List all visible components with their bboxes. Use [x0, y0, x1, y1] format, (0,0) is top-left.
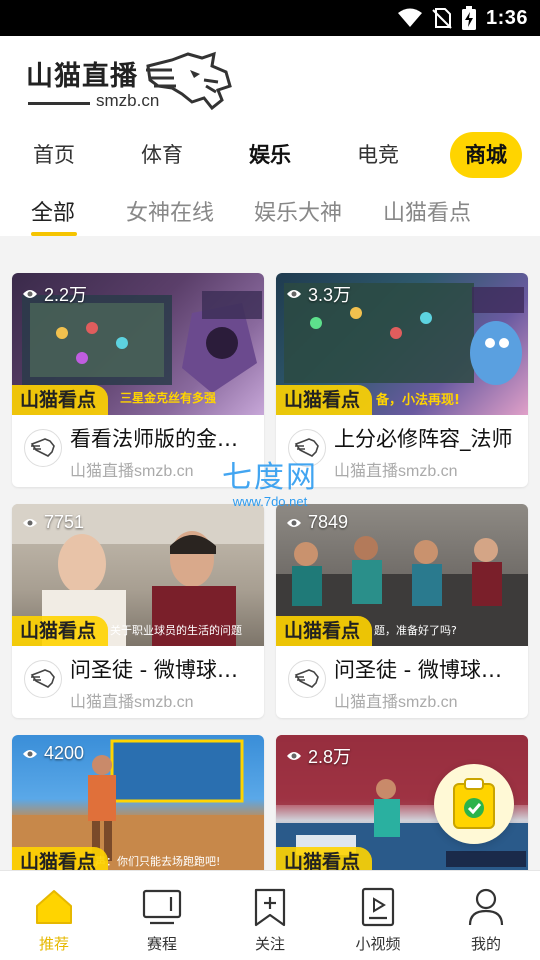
tab-entertainment[interactable]: 娱乐	[238, 132, 302, 178]
eye-icon	[23, 290, 37, 298]
eye-icon	[23, 518, 37, 527]
tab-home[interactable]: 首页	[22, 132, 86, 178]
eye-icon	[23, 749, 37, 758]
bottom-nav: 推荐 赛程 关注 小视频 我的	[0, 870, 540, 960]
thumbnail-caption: 三星金克丝有多强	[120, 391, 217, 405]
thumbnail-caption: 备，小法再现!	[376, 393, 460, 408]
video-source: 山猫直播smzb.cn	[70, 694, 194, 711]
avatar[interactable]	[24, 660, 62, 698]
view-count-text: 3.3万	[308, 285, 352, 305]
sub-tab-all[interactable]: 全部	[31, 194, 75, 234]
category-tag: 山猫看点	[12, 385, 109, 415]
tab-sports[interactable]: 体育	[130, 132, 194, 178]
category-tag: 山猫看点	[276, 616, 373, 646]
view-count: 7849	[286, 512, 348, 533]
view-count: 4200	[22, 743, 84, 764]
user-icon	[468, 888, 504, 926]
app-logo[interactable]: 山猫直播 smzb.cn	[26, 50, 232, 116]
view-count-text: 4200	[44, 743, 85, 763]
card-body: 问圣徒 - 微博球员访谈 山猫直播smzb.cn	[12, 646, 264, 718]
lynx-avatar-icon	[30, 669, 55, 688]
battery-charging-icon	[461, 6, 476, 30]
clipboard-check-icon	[453, 778, 495, 829]
tab-esports[interactable]: 电竞	[346, 132, 410, 178]
video-card[interactable]: 备，小法再现! 3.3万 山猫看点 上分必修阵容_法师 山猫直播smzb.cn	[276, 273, 528, 487]
app-logo-text: 山猫直播	[26, 61, 138, 92]
header: 山猫直播 smzb.cn 首页 体育 娱乐 电竞 商城 全部 女神在线 娱乐大神…	[0, 36, 540, 236]
video-icon	[361, 887, 395, 927]
home-icon	[36, 890, 72, 924]
nav-profile[interactable]: 我的	[432, 871, 540, 960]
eye-icon	[287, 518, 301, 527]
eye-icon	[287, 752, 301, 760]
category-tag: 山猫看点	[12, 847, 109, 870]
video-title: 看看法师版的金铲铲	[70, 427, 256, 451]
video-title: 问圣徒 - 微博球员访谈	[334, 658, 520, 682]
nav-schedule-label: 赛程	[146, 935, 177, 953]
nav-profile-label: 我的	[470, 935, 501, 953]
sub-tabs: 全部 女神在线 娱乐大神 山猫看点	[0, 194, 540, 238]
sub-tab-goddess-online[interactable]: 女神在线	[126, 194, 214, 234]
view-count-text: 2.2万	[44, 285, 88, 305]
task-float-button[interactable]	[434, 764, 514, 844]
card-body: 看看法师版的金铲铲 山猫直播smzb.cn	[12, 415, 264, 487]
nav-follow-label: 关注	[254, 935, 285, 953]
view-count: 2.8万	[286, 743, 351, 769]
view-count: 2.2万	[22, 281, 87, 307]
view-count: 7751	[22, 512, 84, 533]
thumbnail-caption: 题，准备好了吗?	[374, 624, 457, 637]
wifi-icon	[397, 8, 422, 27]
video-thumbnail: 关于职业球员的生活的问题 7751 山猫看点	[12, 504, 264, 646]
video-title: 上分必修阵容_法师	[334, 427, 513, 451]
monitor-icon	[142, 889, 182, 925]
video-card[interactable]: 题，准备好了吗? 7849 山猫看点 问圣徒 - 微博球员访谈 山猫直播smzb…	[276, 504, 528, 718]
video-card[interactable]: 三星金克丝有多强 2.2万 山猫看点 看看法师版的金铲铲 山猫直播smzb.cn	[12, 273, 264, 487]
eye-icon	[287, 290, 301, 298]
status-time: 1:36	[485, 6, 528, 29]
video-thumbnail: 三星金克丝有多强 2.2万 山猫看点	[12, 273, 264, 415]
video-card[interactable]: 关于职业球员的生活的问题 7751 山猫看点 问圣徒 - 微博球员访谈 山猫直播…	[12, 504, 264, 718]
category-tag: 山猫看点	[12, 616, 109, 646]
category-tag: 山猫看点	[276, 847, 373, 870]
nav-short-video[interactable]: 小视频	[324, 871, 432, 960]
video-title: 问圣徒 - 微博球员访谈	[70, 658, 256, 682]
avatar[interactable]	[288, 660, 326, 698]
nav-recommend-label: 推荐	[38, 935, 69, 953]
lynx-avatar-icon	[294, 669, 319, 688]
nav-recommend[interactable]: 推荐	[0, 871, 108, 960]
video-card[interactable]: 说声：你们只能去场跑跑吧! 4200 山猫看点	[12, 735, 264, 870]
card-body: 上分必修阵容_法师 山猫直播smzb.cn	[276, 415, 528, 487]
bookmark-add-icon	[254, 888, 286, 927]
category-tag: 山猫看点	[276, 385, 373, 415]
lynx-avatar-icon	[294, 438, 319, 457]
view-count-text: 7751	[44, 512, 85, 532]
nav-follow[interactable]: 关注	[216, 871, 324, 960]
nav-short-video-label: 小视频	[355, 935, 401, 953]
nav-schedule[interactable]: 赛程	[108, 871, 216, 960]
category-tabs: 首页 体育 娱乐 电竞 商城	[0, 132, 540, 182]
view-count: 3.3万	[286, 281, 351, 307]
sub-tab-entertainment-stars[interactable]: 娱乐大神	[254, 194, 342, 234]
no-sim-icon	[432, 8, 452, 29]
video-thumbnail: 备，小法再现! 3.3万 山猫看点	[276, 273, 528, 415]
thumbnail-caption: 关于职业球员的生活的问题	[110, 624, 242, 637]
video-thumbnail: 题，准备好了吗? 7849 山猫看点	[276, 504, 528, 646]
status-bar: 1:36	[0, 0, 540, 36]
avatar[interactable]	[24, 429, 62, 467]
lynx-logo-icon	[146, 51, 232, 111]
view-count-text: 2.8万	[308, 747, 352, 767]
view-count-text: 7849	[308, 512, 349, 532]
avatar[interactable]	[288, 429, 326, 467]
video-source: 山猫直播smzb.cn	[334, 694, 458, 711]
card-body: 问圣徒 - 微博球员访谈 山猫直播smzb.cn	[276, 646, 528, 718]
sub-tab-lynx-highlights[interactable]: 山猫看点	[383, 194, 471, 234]
video-source: 山猫直播smzb.cn	[70, 463, 194, 480]
tab-mall[interactable]: 商城	[450, 132, 522, 178]
lynx-avatar-icon	[30, 438, 55, 457]
video-source: 山猫直播smzb.cn	[334, 463, 458, 480]
video-thumbnail: 说声：你们只能去场跑跑吧! 4200 山猫看点	[12, 735, 264, 870]
